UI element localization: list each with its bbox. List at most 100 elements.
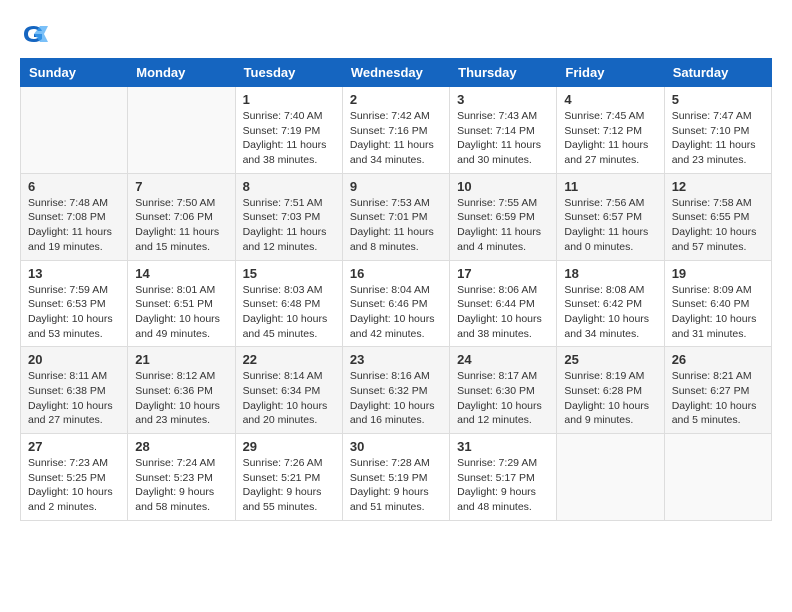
day-info: Sunrise: 7:50 AM Sunset: 7:06 PM Dayligh…: [135, 196, 227, 255]
day-number: 6: [28, 179, 120, 194]
calendar-day-cell: 23 Sunrise: 8:16 AM Sunset: 6:32 PM Dayli…: [342, 347, 449, 434]
day-info: Sunrise: 7:47 AM Sunset: 7:10 PM Dayligh…: [672, 109, 764, 168]
calendar-day-cell: 15 Sunrise: 8:03 AM Sunset: 6:48 PM Dayli…: [235, 260, 342, 347]
logo: [20, 20, 52, 48]
calendar-day-cell: 20 Sunrise: 8:11 AM Sunset: 6:38 PM Dayli…: [21, 347, 128, 434]
calendar-day-cell: 27Sunrise: 7:23 AM Sunset: 5:25 PM Dayli…: [21, 434, 128, 521]
day-number: 21: [135, 352, 227, 367]
day-info: Sunrise: 7:28 AM Sunset: 5:19 PM Dayligh…: [350, 456, 442, 515]
calendar-day-cell: 16 Sunrise: 8:04 AM Sunset: 6:46 PM Dayli…: [342, 260, 449, 347]
day-info: Sunrise: 7:40 AM Sunset: 7:19 PM Dayligh…: [243, 109, 335, 168]
calendar-week-row: 1 Sunrise: 7:40 AM Sunset: 7:19 PM Daylig…: [21, 87, 772, 174]
weekday-header-sunday: Sunday: [21, 59, 128, 87]
day-info: Sunrise: 8:17 AM Sunset: 6:30 PM Dayligh…: [457, 369, 549, 428]
day-info: Sunrise: 8:14 AM Sunset: 6:34 PM Dayligh…: [243, 369, 335, 428]
calendar-day-cell: [128, 87, 235, 174]
calendar-day-cell: 9 Sunrise: 7:53 AM Sunset: 7:01 PM Daylig…: [342, 173, 449, 260]
calendar-day-cell: 28 Sunrise: 7:24 AM Sunset: 5:23 PM Dayli…: [128, 434, 235, 521]
calendar-day-cell: 22 Sunrise: 8:14 AM Sunset: 6:34 PM Dayli…: [235, 347, 342, 434]
weekday-header-friday: Friday: [557, 59, 664, 87]
day-number: 11: [564, 179, 656, 194]
day-number: 29: [243, 439, 335, 454]
day-info: Sunrise: 7:55 AM Sunset: 6:59 PM Dayligh…: [457, 196, 549, 255]
calendar-day-cell: 2 Sunrise: 7:42 AM Sunset: 7:16 PM Daylig…: [342, 87, 449, 174]
calendar-day-cell: 21 Sunrise: 8:12 AM Sunset: 6:36 PM Dayli…: [128, 347, 235, 434]
day-info: Sunrise: 8:01 AM Sunset: 6:51 PM Dayligh…: [135, 283, 227, 342]
calendar-day-cell: 25Sunrise: 8:19 AM Sunset: 6:28 PM Dayli…: [557, 347, 664, 434]
calendar-day-cell: 12Sunrise: 7:58 AM Sunset: 6:55 PM Dayli…: [664, 173, 771, 260]
weekday-header-monday: Monday: [128, 59, 235, 87]
day-number: 31: [457, 439, 549, 454]
page-header: [20, 20, 772, 48]
calendar-day-cell: [557, 434, 664, 521]
calendar-day-cell: 24 Sunrise: 8:17 AM Sunset: 6:30 PM Dayli…: [450, 347, 557, 434]
calendar-day-cell: 1 Sunrise: 7:40 AM Sunset: 7:19 PM Daylig…: [235, 87, 342, 174]
day-number: 18: [564, 266, 656, 281]
day-number: 1: [243, 92, 335, 107]
day-number: 7: [135, 179, 227, 194]
day-info: Sunrise: 7:43 AM Sunset: 7:14 PM Dayligh…: [457, 109, 549, 168]
day-info: Sunrise: 7:23 AM Sunset: 5:25 PM Dayligh…: [28, 456, 120, 515]
day-info: Sunrise: 7:29 AM Sunset: 5:17 PM Dayligh…: [457, 456, 549, 515]
calendar-week-row: 20 Sunrise: 8:11 AM Sunset: 6:38 PM Dayli…: [21, 347, 772, 434]
calendar-day-cell: 13Sunrise: 7:59 AM Sunset: 6:53 PM Dayli…: [21, 260, 128, 347]
day-number: 28: [135, 439, 227, 454]
calendar-day-cell: [664, 434, 771, 521]
day-number: 15: [243, 266, 335, 281]
day-number: 10: [457, 179, 549, 194]
day-number: 24: [457, 352, 549, 367]
day-number: 14: [135, 266, 227, 281]
weekday-header-row: SundayMondayTuesdayWednesdayThursdayFrid…: [21, 59, 772, 87]
day-number: 22: [243, 352, 335, 367]
day-info: Sunrise: 7:24 AM Sunset: 5:23 PM Dayligh…: [135, 456, 227, 515]
logo-icon: [20, 20, 48, 48]
day-number: 19: [672, 266, 764, 281]
calendar-day-cell: 8 Sunrise: 7:51 AM Sunset: 7:03 PM Daylig…: [235, 173, 342, 260]
calendar-day-cell: 4 Sunrise: 7:45 AM Sunset: 7:12 PM Daylig…: [557, 87, 664, 174]
weekday-header-tuesday: Tuesday: [235, 59, 342, 87]
calendar-day-cell: 19Sunrise: 8:09 AM Sunset: 6:40 PM Dayli…: [664, 260, 771, 347]
day-info: Sunrise: 7:45 AM Sunset: 7:12 PM Dayligh…: [564, 109, 656, 168]
day-info: Sunrise: 8:03 AM Sunset: 6:48 PM Dayligh…: [243, 283, 335, 342]
calendar-day-cell: 11 Sunrise: 7:56 AM Sunset: 6:57 PM Dayli…: [557, 173, 664, 260]
calendar-day-cell: 31 Sunrise: 7:29 AM Sunset: 5:17 PM Dayli…: [450, 434, 557, 521]
day-info: Sunrise: 7:26 AM Sunset: 5:21 PM Dayligh…: [243, 456, 335, 515]
day-info: Sunrise: 7:42 AM Sunset: 7:16 PM Dayligh…: [350, 109, 442, 168]
day-number: 30: [350, 439, 442, 454]
calendar-day-cell: 30 Sunrise: 7:28 AM Sunset: 5:19 PM Dayli…: [342, 434, 449, 521]
calendar-day-cell: 5 Sunrise: 7:47 AM Sunset: 7:10 PM Daylig…: [664, 87, 771, 174]
day-info: Sunrise: 8:11 AM Sunset: 6:38 PM Dayligh…: [28, 369, 120, 428]
day-info: Sunrise: 7:56 AM Sunset: 6:57 PM Dayligh…: [564, 196, 656, 255]
weekday-header-saturday: Saturday: [664, 59, 771, 87]
calendar-day-cell: 10 Sunrise: 7:55 AM Sunset: 6:59 PM Dayli…: [450, 173, 557, 260]
calendar-week-row: 13Sunrise: 7:59 AM Sunset: 6:53 PM Dayli…: [21, 260, 772, 347]
calendar-day-cell: 18 Sunrise: 8:08 AM Sunset: 6:42 PM Dayli…: [557, 260, 664, 347]
calendar-day-cell: 14 Sunrise: 8:01 AM Sunset: 6:51 PM Dayli…: [128, 260, 235, 347]
day-number: 3: [457, 92, 549, 107]
day-number: 25: [564, 352, 656, 367]
weekday-header-thursday: Thursday: [450, 59, 557, 87]
day-number: 4: [564, 92, 656, 107]
day-info: Sunrise: 8:12 AM Sunset: 6:36 PM Dayligh…: [135, 369, 227, 428]
day-info: Sunrise: 8:08 AM Sunset: 6:42 PM Dayligh…: [564, 283, 656, 342]
calendar-day-cell: 3 Sunrise: 7:43 AM Sunset: 7:14 PM Daylig…: [450, 87, 557, 174]
day-number: 12: [672, 179, 764, 194]
day-number: 5: [672, 92, 764, 107]
day-info: Sunrise: 7:51 AM Sunset: 7:03 PM Dayligh…: [243, 196, 335, 255]
calendar-day-cell: 29 Sunrise: 7:26 AM Sunset: 5:21 PM Dayli…: [235, 434, 342, 521]
day-number: 17: [457, 266, 549, 281]
calendar-week-row: 6 Sunrise: 7:48 AM Sunset: 7:08 PM Daylig…: [21, 173, 772, 260]
calendar-week-row: 27Sunrise: 7:23 AM Sunset: 5:25 PM Dayli…: [21, 434, 772, 521]
day-info: Sunrise: 7:53 AM Sunset: 7:01 PM Dayligh…: [350, 196, 442, 255]
day-number: 8: [243, 179, 335, 194]
day-number: 26: [672, 352, 764, 367]
day-number: 16: [350, 266, 442, 281]
day-info: Sunrise: 8:04 AM Sunset: 6:46 PM Dayligh…: [350, 283, 442, 342]
weekday-header-wednesday: Wednesday: [342, 59, 449, 87]
day-info: Sunrise: 8:16 AM Sunset: 6:32 PM Dayligh…: [350, 369, 442, 428]
day-number: 2: [350, 92, 442, 107]
day-info: Sunrise: 7:48 AM Sunset: 7:08 PM Dayligh…: [28, 196, 120, 255]
day-number: 9: [350, 179, 442, 194]
day-number: 23: [350, 352, 442, 367]
day-number: 20: [28, 352, 120, 367]
